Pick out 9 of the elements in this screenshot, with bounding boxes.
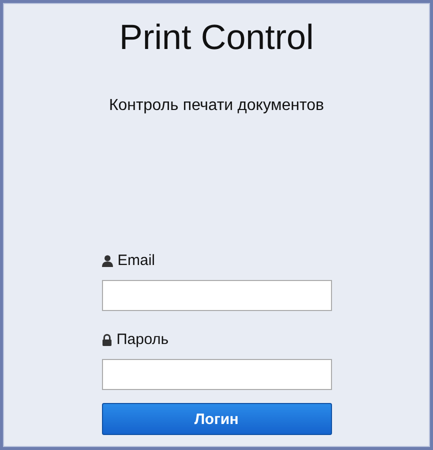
lock-icon xyxy=(102,334,112,346)
user-icon xyxy=(102,255,112,267)
field-label: Email xyxy=(118,251,156,271)
email-field[interactable] xyxy=(102,280,332,311)
app-title: Print Control xyxy=(119,17,314,59)
login-button[interactable]: Логин xyxy=(102,403,332,435)
subtitle: Контроль печати документов xyxy=(108,97,324,115)
password-field[interactable] xyxy=(102,359,332,390)
field-label: Пароль xyxy=(116,330,169,350)
